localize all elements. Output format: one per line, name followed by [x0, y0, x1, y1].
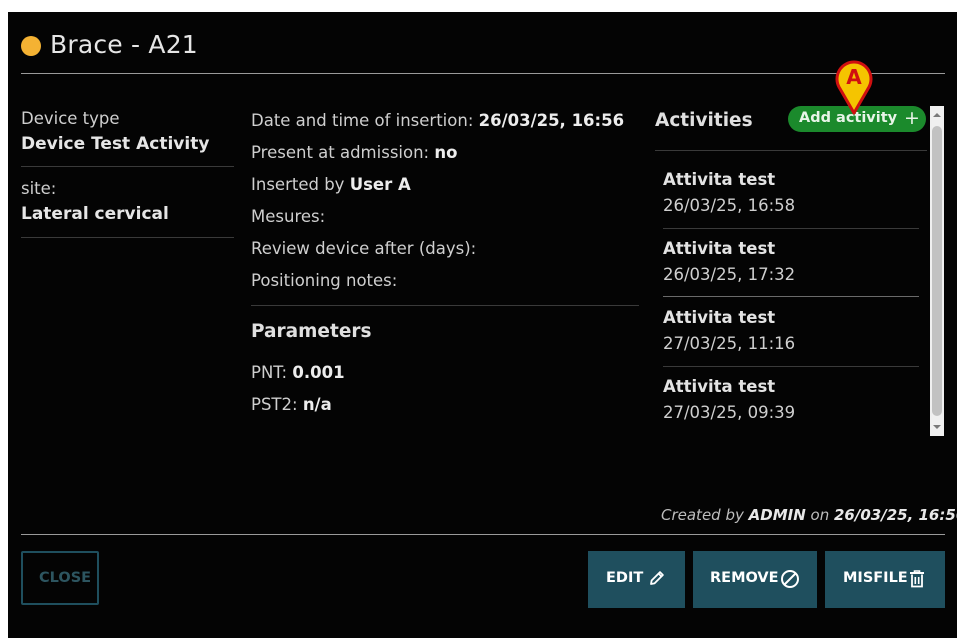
- activity-item[interactable]: Attivita test 27/03/25, 09:39: [663, 365, 919, 433]
- dialog-header: Brace - A21: [8, 12, 957, 74]
- edit-button[interactable]: EDIT: [588, 551, 685, 608]
- scroll-down-icon[interactable]: [930, 420, 944, 434]
- positioning-label: Positioning notes:: [251, 271, 398, 290]
- site-value: Lateral cervical: [21, 204, 169, 224]
- activity-date: 26/03/25, 17:32: [663, 265, 796, 284]
- ban-icon: [781, 570, 799, 588]
- details-divider: [251, 305, 639, 306]
- mesures-label: Mesures:: [251, 207, 326, 226]
- misfile-label: MISFILE: [843, 570, 908, 586]
- activity-name: Attivita test: [663, 239, 776, 258]
- insertion-label: Date and time of insertion:: [251, 111, 479, 130]
- created-by: ADMIN: [748, 506, 806, 524]
- parameter-value: n/a: [302, 395, 332, 414]
- footer-divider: [21, 534, 945, 535]
- activity-name: Attivita test: [663, 308, 776, 327]
- dialog-title: Brace - A21: [50, 30, 198, 59]
- created-date: 26/03/25, 16:56: [834, 506, 957, 524]
- activity-item[interactable]: Attivita test 27/03/25, 11:16: [663, 296, 919, 364]
- remove-label: REMOVE: [710, 570, 779, 586]
- scroll-thumb[interactable]: [932, 126, 942, 416]
- insertion-row: Date and time of insertion: 26/03/25, 16…: [251, 111, 624, 130]
- present-value: no: [434, 143, 458, 162]
- parameters-title: Parameters: [251, 321, 372, 342]
- pencil-icon: [650, 571, 664, 585]
- created-on: on: [805, 506, 834, 524]
- device-type-value: Device Test Activity: [21, 134, 210, 154]
- activity-date: 26/03/25, 16:58: [663, 196, 796, 215]
- misfile-button[interactable]: MISFILE: [825, 551, 945, 608]
- plus-icon: +: [904, 107, 920, 129]
- left-divider-1: [21, 166, 234, 167]
- trash-icon: [910, 570, 924, 588]
- activity-date: 27/03/25, 11:16: [663, 334, 796, 353]
- scroll-up-icon[interactable]: [930, 108, 944, 122]
- left-divider-2: [21, 237, 234, 238]
- remove-button[interactable]: REMOVE: [693, 551, 817, 608]
- parameter-label: PNT:: [251, 363, 293, 382]
- activity-name: Attivita test: [663, 170, 776, 189]
- activity-item[interactable]: Attivita test 26/03/25, 17:32: [663, 227, 919, 295]
- close-button[interactable]: CLOSE: [21, 551, 99, 605]
- parameter-row: PST2: n/a: [251, 395, 332, 414]
- activities-divider: [655, 150, 927, 151]
- marker-label: A: [846, 65, 862, 89]
- inserted-by-row: Inserted by User A: [251, 175, 411, 194]
- parameter-value: 0.001: [292, 363, 345, 382]
- inserted-by-label: Inserted by: [251, 175, 350, 194]
- header-divider: [21, 73, 945, 74]
- close-label: CLOSE: [39, 570, 92, 586]
- activities-title: Activities: [655, 110, 753, 131]
- parameter-label: PST2:: [251, 395, 303, 414]
- site-label: site:: [21, 179, 57, 198]
- device-type-label: Device type: [21, 109, 120, 128]
- status-dot-icon: [21, 36, 41, 56]
- created-prefix: Created by: [661, 506, 749, 524]
- edit-label: EDIT: [606, 570, 644, 586]
- review-label: Review device after (days):: [251, 239, 477, 258]
- activity-item[interactable]: Attivita test 26/03/25, 16:58: [663, 158, 919, 226]
- insertion-value: 26/03/25, 16:56: [478, 111, 625, 130]
- activity-name: Attivita test: [663, 377, 776, 396]
- present-row: Present at admission: no: [251, 143, 457, 162]
- annotation-marker-icon: A: [835, 60, 873, 115]
- activities-scrollbar[interactable]: [930, 106, 944, 436]
- present-label: Present at admission:: [251, 143, 435, 162]
- activity-date: 27/03/25, 09:39: [663, 403, 796, 422]
- device-dialog: Brace - A21 Device type Device Test Acti…: [8, 12, 957, 638]
- inserted-by-value: User A: [349, 175, 411, 194]
- created-info: Created by ADMIN on 26/03/25, 16:56: [661, 506, 957, 524]
- parameter-row: PNT: 0.001: [251, 363, 345, 382]
